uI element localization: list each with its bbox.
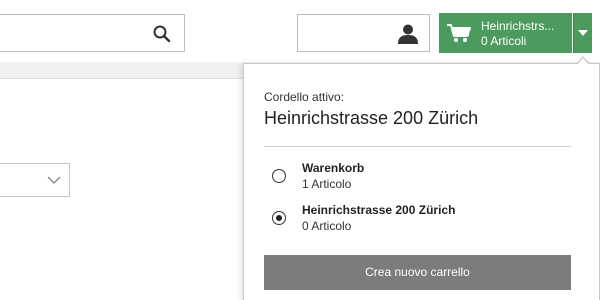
active-cart-label: Cordello attivo:	[264, 90, 345, 104]
search-input[interactable]	[0, 14, 185, 52]
divider	[264, 146, 571, 147]
chevron-down-icon	[47, 176, 61, 184]
select-field[interactable]	[0, 163, 70, 197]
cart-option-heinrichstrasse[interactable]: Heinrichstrasse 200 Zürich 0 Articolo	[264, 202, 564, 238]
cart-option-count: 0 Articolo	[302, 219, 352, 233]
active-cart-name: Heinrichstrasse 200 Zürich	[264, 108, 479, 128]
cart-option-count: 1 Articolo	[302, 177, 352, 191]
cart-dropdown-toggle[interactable]	[573, 13, 592, 53]
dropdown-caret-fill	[577, 58, 589, 65]
cart-count: 0 Articoli	[481, 34, 527, 48]
shopping-cart-icon	[447, 24, 471, 42]
create-new-cart-button[interactable]: Crea nuovo carrello	[264, 255, 571, 290]
radio-button-selected[interactable]	[272, 211, 286, 225]
search-icon[interactable]	[152, 24, 172, 44]
page: Heinrichstrs... 0 Articoli Cordello atti…	[0, 0, 600, 300]
radio-button[interactable]	[272, 169, 286, 183]
cart-dropdown-panel: Cordello attivo: Heinrichstrasse 200 Zür…	[243, 63, 600, 300]
radio-dot	[275, 214, 282, 221]
cart-button[interactable]: Heinrichstrs... 0 Articoli	[439, 13, 572, 53]
user-icon	[398, 24, 418, 44]
chevron-down-icon	[578, 30, 588, 36]
divider	[0, 78, 243, 79]
account-button[interactable]	[297, 14, 430, 52]
cart-option-name: Heinrichstrasse 200 Zürich	[302, 203, 456, 217]
cart-option-name: Warenkorb	[302, 161, 365, 175]
cart-option-warenkorb[interactable]: Warenkorb 1 Articolo	[264, 160, 564, 196]
cart-title: Heinrichstrs...	[481, 19, 555, 33]
